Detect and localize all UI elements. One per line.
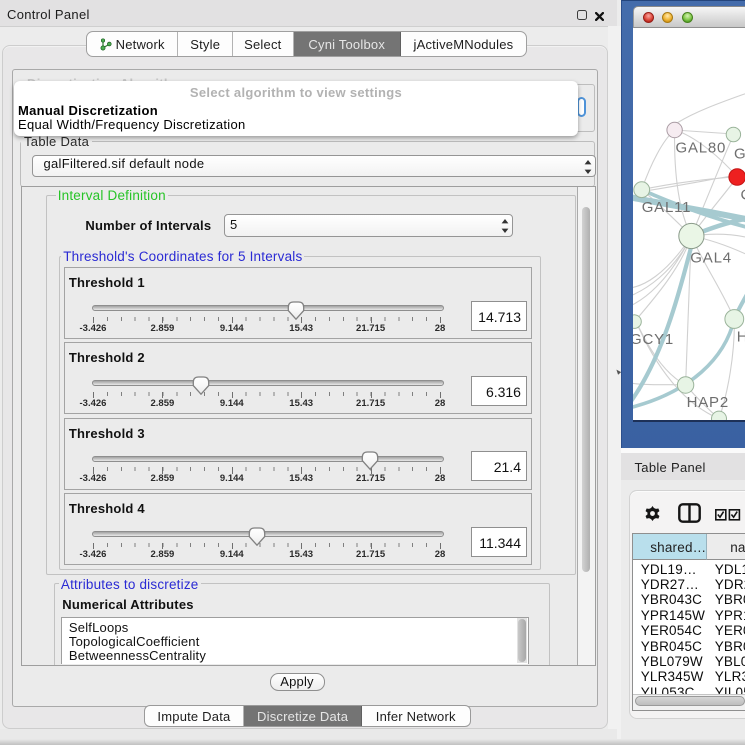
svg-text:GAL80: GAL80	[675, 140, 726, 157]
svg-text:GAL4: GAL4	[690, 250, 732, 267]
svg-text:HAP2: HAP2	[686, 394, 728, 411]
svg-text:GAL11: GAL11	[641, 199, 691, 216]
svg-text:GA: GA	[734, 146, 745, 163]
svg-text:C: C	[740, 187, 745, 204]
svg-text:GCY1: GCY1	[633, 331, 674, 348]
svg-text:H: H	[736, 329, 745, 346]
